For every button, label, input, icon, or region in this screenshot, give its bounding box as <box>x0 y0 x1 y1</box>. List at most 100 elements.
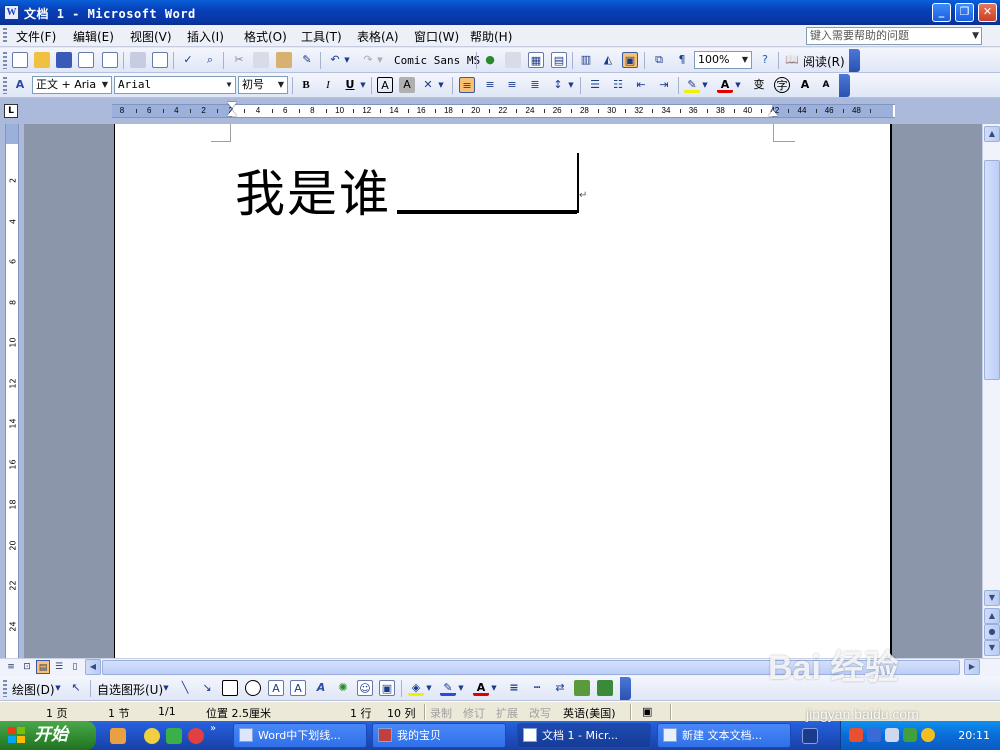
fill-color-dropdown-icon[interactable]: ▼ <box>425 680 433 696</box>
character-shading-button[interactable]: A <box>399 77 415 93</box>
document-text[interactable]: 我是谁 <box>235 154 391 226</box>
status-record[interactable]: 录制 <box>430 705 452 721</box>
task-my-treasure[interactable]: 我的宝贝 <box>372 723 506 748</box>
previous-page-icon[interactable]: ▲ <box>984 608 1000 624</box>
reading-layout-view-icon[interactable]: ▯ <box>68 660 82 674</box>
spelling-status-icon[interactable]: ▣ <box>642 705 652 718</box>
next-page-icon[interactable]: ▼ <box>984 640 1000 656</box>
font-color-button[interactable]: A <box>717 77 733 93</box>
shadow-style-icon[interactable] <box>574 680 590 696</box>
research-icon[interactable]: ⌕ <box>202 52 218 68</box>
restore-button[interactable]: ❐ <box>955 3 974 22</box>
document-map-icon[interactable]: ▣ <box>622 52 638 68</box>
wordart-icon[interactable]: A <box>313 680 329 696</box>
format-painter-icon[interactable]: ✎ <box>299 52 315 68</box>
close-button[interactable]: ✕ <box>978 3 997 22</box>
toolbar-options-button[interactable] <box>620 677 631 700</box>
menu-edit[interactable]: 编辑(E) <box>73 28 114 45</box>
highlight-dropdown-icon[interactable]: ▼ <box>701 77 709 93</box>
insert-excel-icon[interactable]: ▤ <box>551 52 567 68</box>
first-line-indent-marker[interactable] <box>227 102 237 108</box>
status-line[interactable]: 1 行 <box>350 705 372 721</box>
vertical-scrollbar[interactable]: ▲ ▼ ▲ ● ▼ <box>982 124 1000 658</box>
quicklaunch-app-icon[interactable] <box>110 728 126 744</box>
word-app-icon[interactable]: W <box>4 5 19 20</box>
help-icon[interactable]: ? <box>757 52 773 68</box>
quicklaunch-browser-icon[interactable] <box>188 728 204 744</box>
align-left-icon[interactable]: ≡ <box>459 77 475 93</box>
status-page-count[interactable]: 1/1 <box>158 705 176 718</box>
save-icon[interactable] <box>56 52 72 68</box>
toolbar-grip[interactable] <box>3 52 7 69</box>
3d-style-icon[interactable] <box>597 680 613 696</box>
cut-icon[interactable]: ✂ <box>231 52 247 68</box>
menubar-grip[interactable] <box>3 28 7 44</box>
line-spacing-dropdown-icon[interactable]: ▼ <box>567 77 575 93</box>
tray-shield-icon[interactable] <box>903 728 917 742</box>
draw-menu-button[interactable]: 绘图(D) <box>12 681 55 698</box>
read-mode-icon[interactable]: 📖 <box>784 52 800 68</box>
toolbar-options-button[interactable] <box>849 49 860 72</box>
right-indent-marker[interactable] <box>768 110 778 116</box>
tables-borders-icon[interactable] <box>505 52 521 68</box>
drawing-icon[interactable]: ◭ <box>600 52 616 68</box>
font-size-dropdown-icon[interactable]: ▼ <box>275 77 287 93</box>
minimize-button[interactable]: _ <box>932 3 951 22</box>
menu-file[interactable]: 文件(F) <box>16 28 56 45</box>
outline-view-icon[interactable]: ☰ <box>52 660 66 674</box>
style-dropdown-icon[interactable]: ▼ <box>99 77 111 93</box>
toolbar-options-button[interactable] <box>839 74 850 97</box>
hanging-indent-marker[interactable] <box>227 110 237 116</box>
vertical-ruler[interactable]: 2 4 6 8 10 12 14 16 18 20 22 24 <box>5 124 19 658</box>
insert-table-icon[interactable]: ▦ <box>528 52 544 68</box>
undo-dropdown-icon[interactable]: ▼ <box>343 52 351 68</box>
vertical-scroll-thumb[interactable] <box>984 160 1000 380</box>
show-hide-icon[interactable]: ⧉ <box>651 52 667 68</box>
permission-icon[interactable] <box>78 52 94 68</box>
zoom-dropdown-icon[interactable]: ▼ <box>739 52 751 68</box>
tab-selector[interactable]: L <box>4 104 18 118</box>
scroll-left-icon[interactable]: ◀ <box>85 659 101 675</box>
status-language[interactable]: 英语(美国) <box>563 705 616 721</box>
justify-icon[interactable]: ≣ <box>527 77 543 93</box>
help-search-input[interactable]: 键入需要帮助的问题 ▼ <box>806 27 982 45</box>
tray-display-icon[interactable] <box>885 728 899 742</box>
font-color-dropdown-icon[interactable]: ▼ <box>734 77 742 93</box>
text-box-icon[interactable]: A <box>268 680 284 696</box>
task-notepad[interactable]: 新建 文本文档... <box>657 723 791 748</box>
select-objects-icon[interactable]: ↖ <box>68 680 84 696</box>
zoom-combo[interactable]: 100% ▼ <box>694 51 752 69</box>
quicklaunch-more-icon[interactable]: » <box>210 723 226 739</box>
menu-tools[interactable]: 工具(T) <box>301 28 342 45</box>
decrease-indent-icon[interactable]: ⇤ <box>633 77 649 93</box>
select-browse-object-icon[interactable]: ● <box>984 624 1000 640</box>
draw-menu-dropdown-icon[interactable]: ▼ <box>54 680 62 696</box>
tray-network-icon[interactable] <box>849 728 863 742</box>
font-preview-label[interactable]: Comic Sans MS <box>394 54 480 67</box>
copy-icon[interactable] <box>253 52 269 68</box>
line-style-icon[interactable]: ≡ <box>506 680 522 696</box>
tray-update-icon[interactable] <box>921 728 935 742</box>
scroll-up-icon[interactable]: ▲ <box>984 126 1000 142</box>
picture-icon[interactable]: ▣ <box>379 680 395 696</box>
clip-art-icon[interactable]: ☺ <box>357 680 373 696</box>
task-word-article[interactable]: Word中下划线... <box>233 723 367 748</box>
quicklaunch-green-icon[interactable] <box>166 728 182 744</box>
rectangle-icon[interactable] <box>222 680 238 696</box>
diagram-icon[interactable]: ✺ <box>335 680 351 696</box>
styles-formatting-icon[interactable]: A <box>12 77 28 93</box>
arrow-style-icon[interactable]: ⇄ <box>552 680 568 696</box>
fill-color-icon[interactable]: ◈ <box>408 680 424 696</box>
align-right-icon[interactable]: ≡ <box>504 77 520 93</box>
hyperlink-icon[interactable]: ● <box>482 52 498 68</box>
menu-table[interactable]: 表格(A) <box>357 28 399 45</box>
line-color-dropdown-icon[interactable]: ▼ <box>457 680 465 696</box>
read-mode-button[interactable]: 阅读(R) <box>803 53 845 70</box>
shrink-font-button[interactable]: A <box>818 77 834 93</box>
menu-format[interactable]: 格式(O) <box>244 28 287 45</box>
menu-insert[interactable]: 插入(I) <box>187 28 224 45</box>
increase-indent-icon[interactable]: ⇥ <box>656 77 672 93</box>
font-size-combo[interactable]: 初号 ▼ <box>238 76 288 94</box>
dash-style-icon[interactable]: ┅ <box>529 680 545 696</box>
arrow-icon[interactable]: ↘ <box>199 680 215 696</box>
